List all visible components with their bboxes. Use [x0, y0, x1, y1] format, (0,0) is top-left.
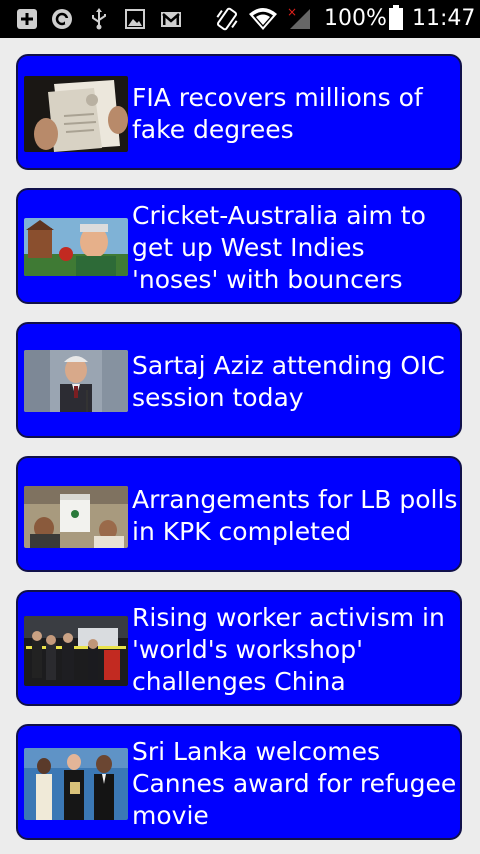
clock: 11:47: [412, 6, 476, 31]
news-thumbnail: [24, 486, 128, 548]
sync-circle-icon: [52, 9, 72, 29]
news-item[interactable]: Rising worker activism in 'world's works…: [16, 590, 462, 706]
news-headline[interactable]: FIA recovers millions of fake degrees: [132, 82, 458, 146]
news-thumbnail: [24, 218, 128, 276]
battery-percent: 100%: [324, 6, 387, 31]
status-bar: × 100% 11:47: [0, 0, 480, 38]
cannes-award-photo-icon: [24, 748, 128, 820]
news-thumbnail: [24, 616, 128, 686]
signal-icon: ×: [287, 5, 310, 29]
news-thumbnail: [24, 76, 128, 152]
news-headline[interactable]: Cricket-Australia aim to get up West Ind…: [132, 200, 458, 296]
ballot-box-photo-icon: [24, 486, 128, 548]
news-thumbnail: [24, 748, 128, 820]
news-item[interactable]: Arrangements for LB polls in KPK complet…: [16, 456, 462, 572]
vibrate-icon: [216, 7, 238, 31]
usb-icon: [92, 8, 106, 30]
news-item[interactable]: Sri Lanka welcomes Cannes award for refu…: [16, 724, 462, 840]
battery-icon: [389, 5, 403, 30]
news-item[interactable]: Sartaj Aziz attending OIC session today: [16, 322, 462, 438]
news-headline[interactable]: Sartaj Aziz attending OIC session today: [132, 350, 458, 414]
news-headline[interactable]: Rising worker activism in 'world's works…: [132, 602, 458, 698]
news-headline[interactable]: Sri Lanka welcomes Cannes award for refu…: [132, 736, 458, 832]
news-list[interactable]: FIA recovers millions of fake degrees Cr…: [0, 38, 480, 854]
cricket-coach-photo-icon: [24, 218, 128, 276]
add-box-icon: [17, 9, 37, 29]
degrees-photo-icon: [24, 76, 128, 152]
news-headline[interactable]: Arrangements for LB polls in KPK complet…: [132, 484, 458, 548]
news-thumbnail: [24, 350, 128, 412]
news-item[interactable]: Cricket-Australia aim to get up West Ind…: [16, 188, 462, 304]
worker-protest-photo-icon: [24, 616, 128, 686]
sartaj-aziz-photo-icon: [24, 350, 128, 412]
news-item[interactable]: FIA recovers millions of fake degrees: [16, 54, 462, 170]
svg-text:×: ×: [287, 5, 297, 19]
wifi-icon: [249, 8, 277, 30]
image-icon: [125, 9, 145, 29]
gmail-icon: [161, 12, 181, 27]
